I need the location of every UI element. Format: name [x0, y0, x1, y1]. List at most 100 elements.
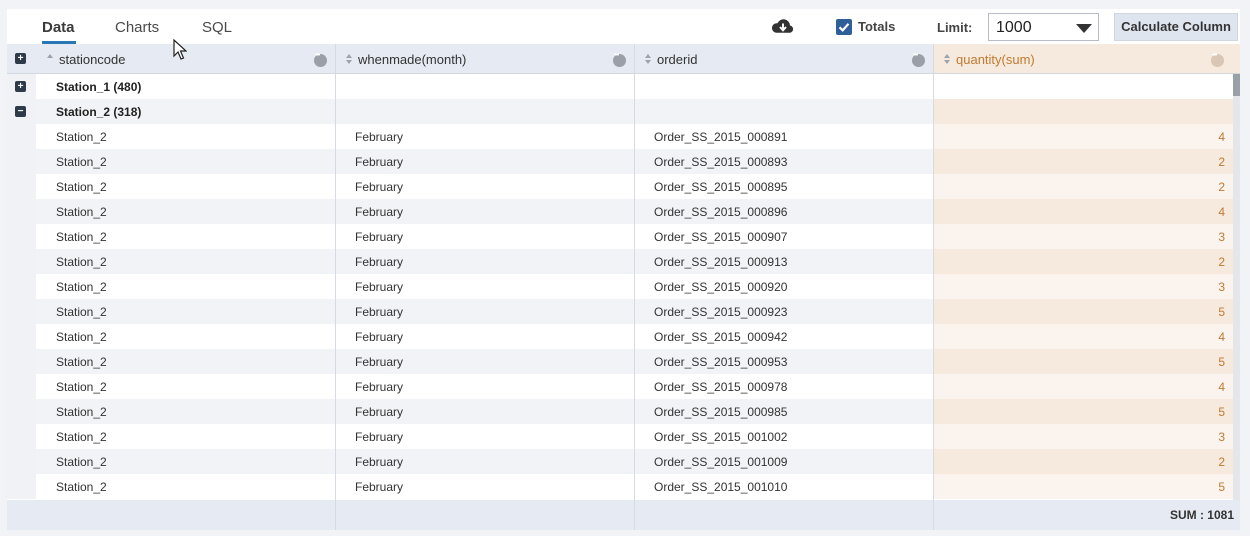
column-menu-icon[interactable] — [314, 52, 327, 67]
cell-orderid: Order_SS_2015_000920 — [654, 280, 788, 294]
cell-orderid: Order_SS_2015_000891 — [654, 130, 788, 144]
chevron-down-icon — [1076, 24, 1092, 33]
cell-quantity: 3 — [933, 274, 1233, 299]
cell-stationcode: Station_2 — [56, 330, 107, 344]
quantity-cell-bg — [933, 99, 1233, 124]
tab-bar: Data Charts SQL Totals Limit: 1000 Calcu… — [7, 9, 1240, 44]
row-stub — [7, 199, 36, 224]
quantity-value: 4 — [1218, 330, 1225, 344]
column-menu-icon[interactable] — [1211, 52, 1224, 67]
row-stub — [7, 174, 36, 199]
column-divider — [335, 500, 336, 530]
row-stub: − — [7, 99, 36, 124]
cell-stationcode: Station_2 — [56, 355, 107, 369]
cell-whenmade: February — [355, 255, 404, 269]
sort-asc-icon[interactable] — [47, 54, 53, 64]
sort-icon[interactable] — [944, 54, 950, 64]
cell-quantity: 2 — [933, 174, 1233, 199]
table-row[interactable]: Station_2 February Order_SS_2015_000895 2 — [7, 174, 1233, 199]
cell-orderid: Order_SS_2015_001002 — [654, 430, 788, 444]
cloud-download-icon[interactable] — [771, 17, 795, 37]
table-row[interactable]: Station_2 February Order_SS_2015_001010 5 — [7, 474, 1233, 499]
cell-orderid: Order_SS_2015_000907 — [654, 230, 788, 244]
tab-charts[interactable]: Charts — [115, 19, 159, 36]
cell-whenmade: February — [355, 180, 404, 194]
quantity-value: 5 — [1218, 480, 1225, 494]
group-row[interactable]: − Station_2 (318) — [7, 99, 1233, 124]
column-header-orderid[interactable]: orderid — [634, 44, 933, 74]
quantity-value: 2 — [1218, 155, 1225, 169]
cell-whenmade: February — [355, 430, 404, 444]
table-row[interactable]: Station_2 February Order_SS_2015_000896 4 — [7, 199, 1233, 224]
sort-icon[interactable] — [645, 54, 651, 64]
cell-stationcode: Station_2 — [56, 480, 107, 494]
limit-select[interactable]: 1000 — [988, 13, 1099, 41]
totals-footer: SUM : 1081 — [7, 500, 1240, 530]
row-stub — [7, 399, 36, 424]
scrollbar-thumb[interactable] — [1233, 74, 1240, 96]
cell-orderid: Order_SS_2015_000953 — [654, 355, 788, 369]
table-row[interactable]: Station_2 February Order_SS_2015_000923 5 — [7, 299, 1233, 324]
quantity-value: 2 — [1218, 255, 1225, 269]
row-stub — [7, 374, 36, 399]
totals-label: Totals — [858, 19, 896, 34]
cell-whenmade: February — [355, 355, 404, 369]
calculate-column-button[interactable]: Calculate Column — [1114, 13, 1238, 41]
table-row[interactable]: Station_2 February Order_SS_2015_000913 2 — [7, 249, 1233, 274]
column-menu-icon[interactable] — [613, 52, 626, 67]
cell-orderid: Order_SS_2015_001009 — [654, 455, 788, 469]
column-header-whenmade[interactable]: whenmade(month) — [335, 44, 634, 74]
row-stub — [7, 149, 36, 174]
cell-stationcode: Station_2 — [56, 405, 107, 419]
table-row[interactable]: Station_2 February Order_SS_2015_000907 3 — [7, 224, 1233, 249]
group-row[interactable]: + Station_1 (480) — [7, 74, 1233, 99]
cell-orderid: Order_SS_2015_000913 — [654, 255, 788, 269]
expand-icon[interactable]: + — [15, 81, 26, 92]
row-stub — [7, 449, 36, 474]
tab-data[interactable]: Data — [42, 19, 75, 36]
quantity-value: 5 — [1218, 355, 1225, 369]
table-row[interactable]: Station_2 February Order_SS_2015_000985 5 — [7, 399, 1233, 424]
cell-whenmade: February — [355, 205, 404, 219]
tab-sql[interactable]: SQL — [202, 19, 232, 36]
cell-whenmade: February — [355, 130, 404, 144]
table-row[interactable]: Station_2 February Order_SS_2015_001009 2 — [7, 449, 1233, 474]
cell-quantity: 3 — [933, 424, 1233, 449]
cell-orderid: Order_SS_2015_000895 — [654, 180, 788, 194]
table-row[interactable]: Station_2 February Order_SS_2015_000891 4 — [7, 124, 1233, 149]
sort-icon[interactable] — [346, 54, 352, 64]
cell-stationcode: Station_2 — [56, 455, 107, 469]
quantity-value: 2 — [1218, 455, 1225, 469]
table-row[interactable]: Station_2 February Order_SS_2015_000893 2 — [7, 149, 1233, 174]
row-stub — [7, 424, 36, 449]
column-name: orderid — [657, 52, 698, 67]
table-row[interactable]: Station_2 February Order_SS_2015_001002 3 — [7, 424, 1233, 449]
group-label: Station_2 (318) — [56, 105, 142, 119]
column-name: whenmade(month) — [358, 52, 467, 67]
column-menu-icon[interactable] — [912, 52, 925, 67]
totals-checkbox[interactable] — [836, 19, 852, 35]
column-divider — [933, 44, 934, 530]
column-header-quantity[interactable]: quantity(sum) — [933, 44, 1240, 74]
collapse-icon[interactable]: − — [15, 106, 26, 117]
cell-stationcode: Station_2 — [56, 305, 107, 319]
cell-whenmade: February — [355, 305, 404, 319]
column-divider — [634, 500, 635, 530]
expand-all-header: + — [7, 44, 36, 74]
cell-orderid: Order_SS_2015_000893 — [654, 155, 788, 169]
row-stub — [7, 324, 36, 349]
table-row[interactable]: Station_2 February Order_SS_2015_000920 3 — [7, 274, 1233, 299]
table-row[interactable]: Station_2 February Order_SS_2015_000978 4 — [7, 374, 1233, 399]
table-row[interactable]: Station_2 February Order_SS_2015_000942 4 — [7, 324, 1233, 349]
limit-label: Limit: — [937, 20, 973, 35]
vertical-scrollbar[interactable] — [1233, 74, 1240, 500]
table-row[interactable]: Station_2 February Order_SS_2015_000953 5 — [7, 349, 1233, 374]
column-divider — [335, 44, 336, 530]
expand-all-icon[interactable]: + — [15, 53, 26, 64]
cell-whenmade: February — [355, 380, 404, 394]
row-stub — [7, 274, 36, 299]
quantity-value: 3 — [1218, 280, 1225, 294]
row-stub — [7, 349, 36, 374]
column-name: quantity(sum) — [956, 52, 1035, 67]
cell-quantity: 5 — [933, 349, 1233, 374]
